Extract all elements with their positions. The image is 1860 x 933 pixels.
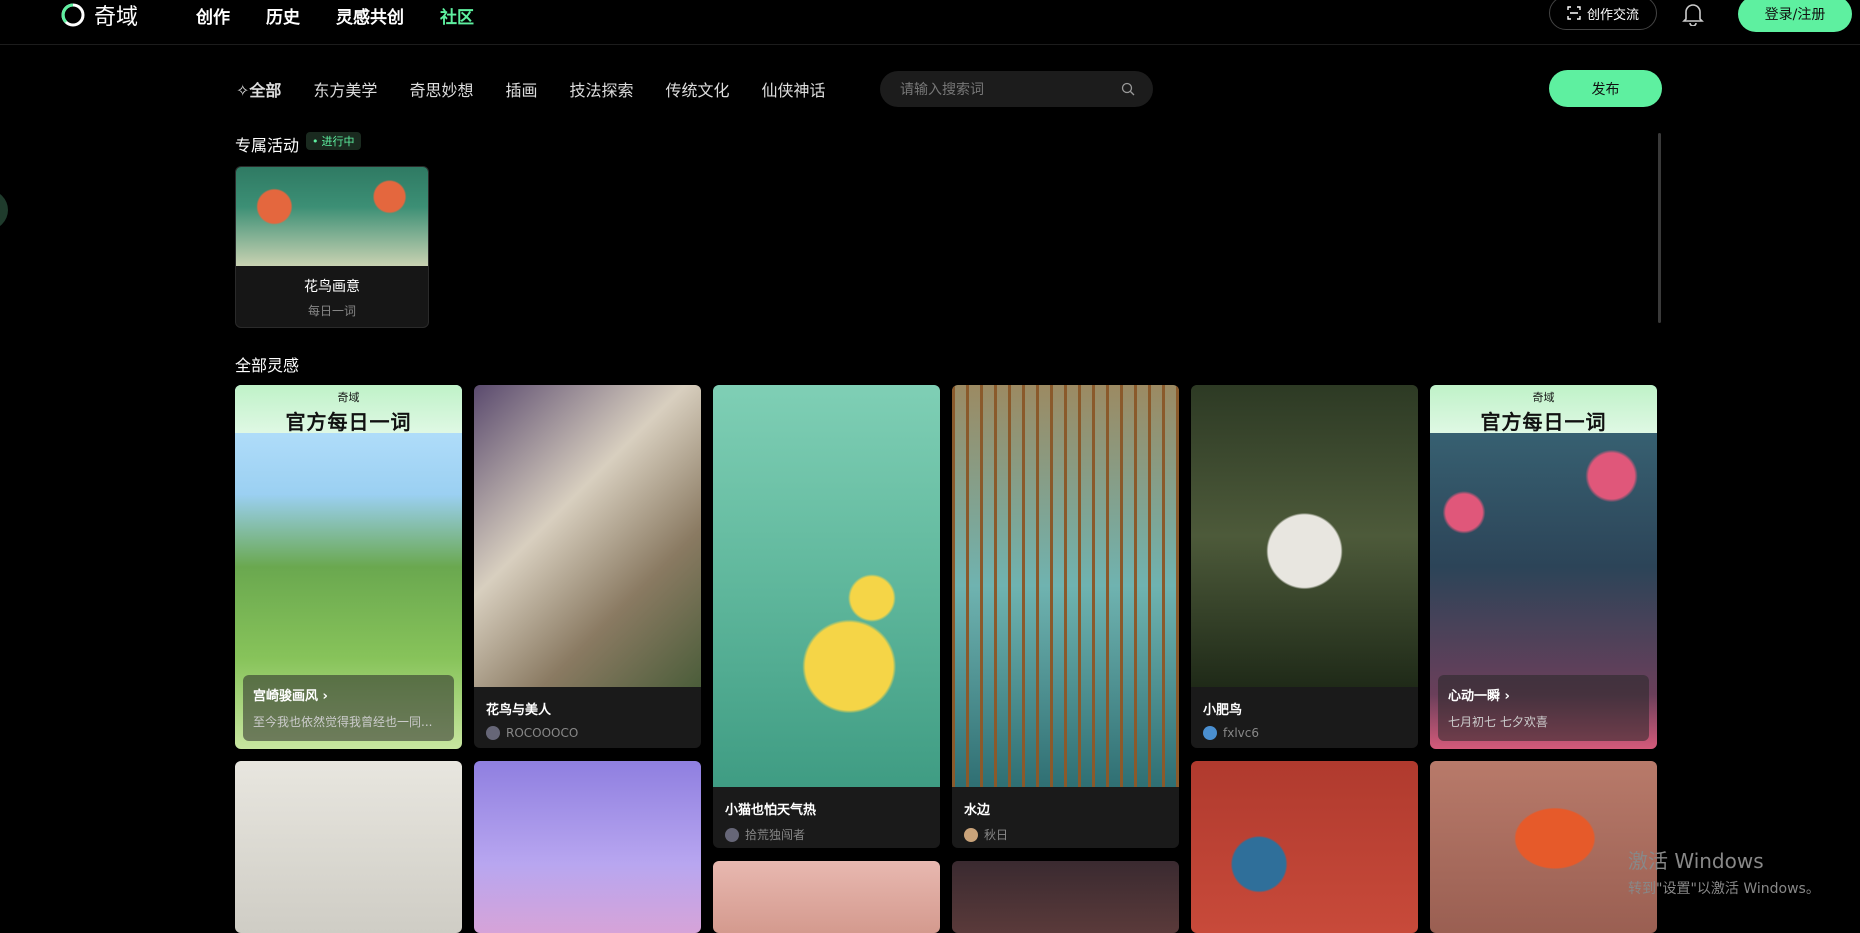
- activity-card[interactable]: 花鸟画意 每日一词: [235, 166, 429, 328]
- feed-card[interactable]: 小猫也怕天气热 拾荒独闯者: [713, 385, 940, 848]
- feed-card[interactable]: [952, 861, 1179, 933]
- card-author: fxlvc6: [1223, 726, 1259, 740]
- creation-chat-button[interactable]: 创作交流: [1549, 0, 1657, 30]
- filter-xianxia[interactable]: 仙侠神话: [762, 77, 826, 101]
- activity-card-title: 花鸟画意: [304, 279, 360, 295]
- dot-icon: •: [312, 134, 319, 148]
- filter-fantasy[interactable]: 奇思妙想: [409, 77, 473, 101]
- card-meta: 水边 秋日: [952, 787, 1179, 848]
- card-author: 拾荒独闯者: [745, 828, 806, 842]
- feed-card[interactable]: 奇域 官方每日一词 心动一瞬 › 七月初七 七夕欢喜: [1430, 385, 1657, 749]
- bell-icon[interactable]: [1682, 2, 1704, 26]
- feed-card[interactable]: [235, 761, 462, 933]
- filter-all[interactable]: ✧全部: [236, 77, 281, 101]
- card-overlay: 宫崎骏画风 › 至今我也依然觉得我曾经也一同...: [243, 675, 454, 741]
- card-subtitle: 至今我也依然觉得我曾经也一同...: [253, 715, 433, 729]
- top-nav-bar: 奇域 创作 历史 灵感共创 社区 创作交流 登录/注册: [0, 0, 1860, 45]
- nav-item-create[interactable]: 创作: [196, 3, 230, 28]
- app-name: 奇域: [94, 5, 139, 30]
- card-image: [235, 761, 462, 933]
- feed-card[interactable]: [713, 861, 940, 933]
- publish-button[interactable]: 发布: [1549, 70, 1662, 107]
- activity-section-title: 专属活动: [235, 136, 300, 155]
- banner-brand: 奇域: [337, 391, 360, 404]
- status-badge: • 进行中: [306, 132, 361, 150]
- card-image: [952, 861, 1179, 933]
- card-image: [1430, 761, 1657, 933]
- card-meta: 小肥鸟 fxlvc6: [1191, 687, 1418, 748]
- card-subtitle: 七月初七 七夕欢喜: [1448, 715, 1548, 729]
- watermark-line1: 激活 Windows: [1628, 849, 1764, 873]
- card-title: 小肥鸟: [1203, 703, 1243, 718]
- feed-section-title: 全部灵感: [235, 356, 300, 375]
- card-title: 宫崎骏画风: [253, 689, 319, 704]
- filter-eastern-aesthetics[interactable]: 东方美学: [313, 77, 377, 101]
- watermark-line2: 转到"设置"以激活 Windows。: [1628, 881, 1820, 897]
- windows-activation-watermark: 激活 Windows 转到"设置"以激活 Windows。: [1628, 845, 1820, 898]
- filter-illustration[interactable]: 插画: [505, 77, 537, 101]
- status-badge-label: 进行中: [321, 135, 355, 148]
- card-image: [713, 385, 940, 787]
- feed-card[interactable]: 花鸟与美人 ROCOOOCO: [474, 385, 701, 748]
- banner-title: 官方每日一词: [1480, 410, 1607, 434]
- filter-traditional-culture[interactable]: 传统文化: [665, 77, 729, 101]
- nav-item-history[interactable]: 历史: [266, 3, 300, 28]
- banner-title: 官方每日一词: [285, 410, 412, 434]
- search-box: [880, 71, 1153, 107]
- card-image: [474, 385, 701, 687]
- avatar: [1203, 726, 1217, 740]
- creation-chat-label: 创作交流: [1586, 7, 1639, 23]
- filter-technique[interactable]: 技法探索: [569, 77, 633, 101]
- official-banner: 奇域 官方每日一词: [235, 385, 462, 434]
- card-author: 秋日: [984, 828, 1009, 842]
- banner-brand: 奇域: [1532, 391, 1555, 404]
- nav-item-community[interactable]: 社区: [440, 3, 474, 28]
- feed-card[interactable]: [474, 761, 701, 933]
- activity-card-subtitle: 每日一词: [307, 304, 356, 318]
- side-tab[interactable]: [0, 190, 8, 230]
- card-title: 小猫也怕天气热: [725, 803, 817, 818]
- chevron-right-icon: ›: [1504, 689, 1510, 704]
- card-image: [474, 761, 701, 933]
- card-meta: 小猫也怕天气热 拾荒独闯者: [713, 787, 940, 848]
- logo[interactable]: 奇域: [60, 0, 138, 30]
- search-input[interactable]: [898, 80, 1121, 98]
- card-meta: 花鸟与美人 ROCOOOCO: [474, 687, 701, 748]
- card-image: [1191, 385, 1418, 687]
- feed-card[interactable]: [1430, 761, 1657, 933]
- filter-all-label: 全部: [249, 81, 282, 100]
- feed-card[interactable]: 小肥鸟 fxlvc6: [1191, 385, 1418, 748]
- card-image: [952, 385, 1179, 787]
- sparkle-icon: ✧: [236, 81, 250, 100]
- scrollbar[interactable]: [1658, 133, 1661, 323]
- card-overlay: 心动一瞬 › 七月初七 七夕欢喜: [1438, 675, 1649, 741]
- nav-item-co-create[interactable]: 灵感共创: [336, 3, 404, 28]
- card-title: 心动一瞬: [1448, 689, 1501, 704]
- card-author: ROCOOOCO: [506, 726, 579, 740]
- category-filters: ✧全部 东方美学 奇思妙想 插画 技法探索 传统文化 仙侠神话: [236, 77, 826, 101]
- feed-card[interactable]: 水边 秋日: [952, 385, 1179, 848]
- card-image: [1191, 761, 1418, 933]
- main-nav: 创作 历史 灵感共创 社区: [196, 3, 474, 28]
- avatar: [964, 827, 978, 842]
- activity-card-image: [236, 167, 428, 266]
- card-title: 水边: [964, 803, 991, 818]
- logo-icon: [61, 3, 85, 27]
- feed-card[interactable]: [1191, 761, 1418, 933]
- avatar: [486, 726, 500, 740]
- feed-card[interactable]: 奇域 官方每日一词 宫崎骏画风 › 至今我也依然觉得我曾经也一同...: [235, 385, 462, 749]
- scan-icon: [1567, 6, 1581, 20]
- card-title: 花鸟与美人: [486, 703, 552, 718]
- search-icon[interactable]: [1121, 82, 1135, 96]
- chevron-right-icon: ›: [322, 689, 328, 704]
- card-image: [713, 861, 940, 933]
- login-register-button[interactable]: 登录/注册: [1738, 0, 1852, 32]
- official-banner: 奇域 官方每日一词: [1430, 385, 1657, 434]
- avatar: [725, 827, 739, 842]
